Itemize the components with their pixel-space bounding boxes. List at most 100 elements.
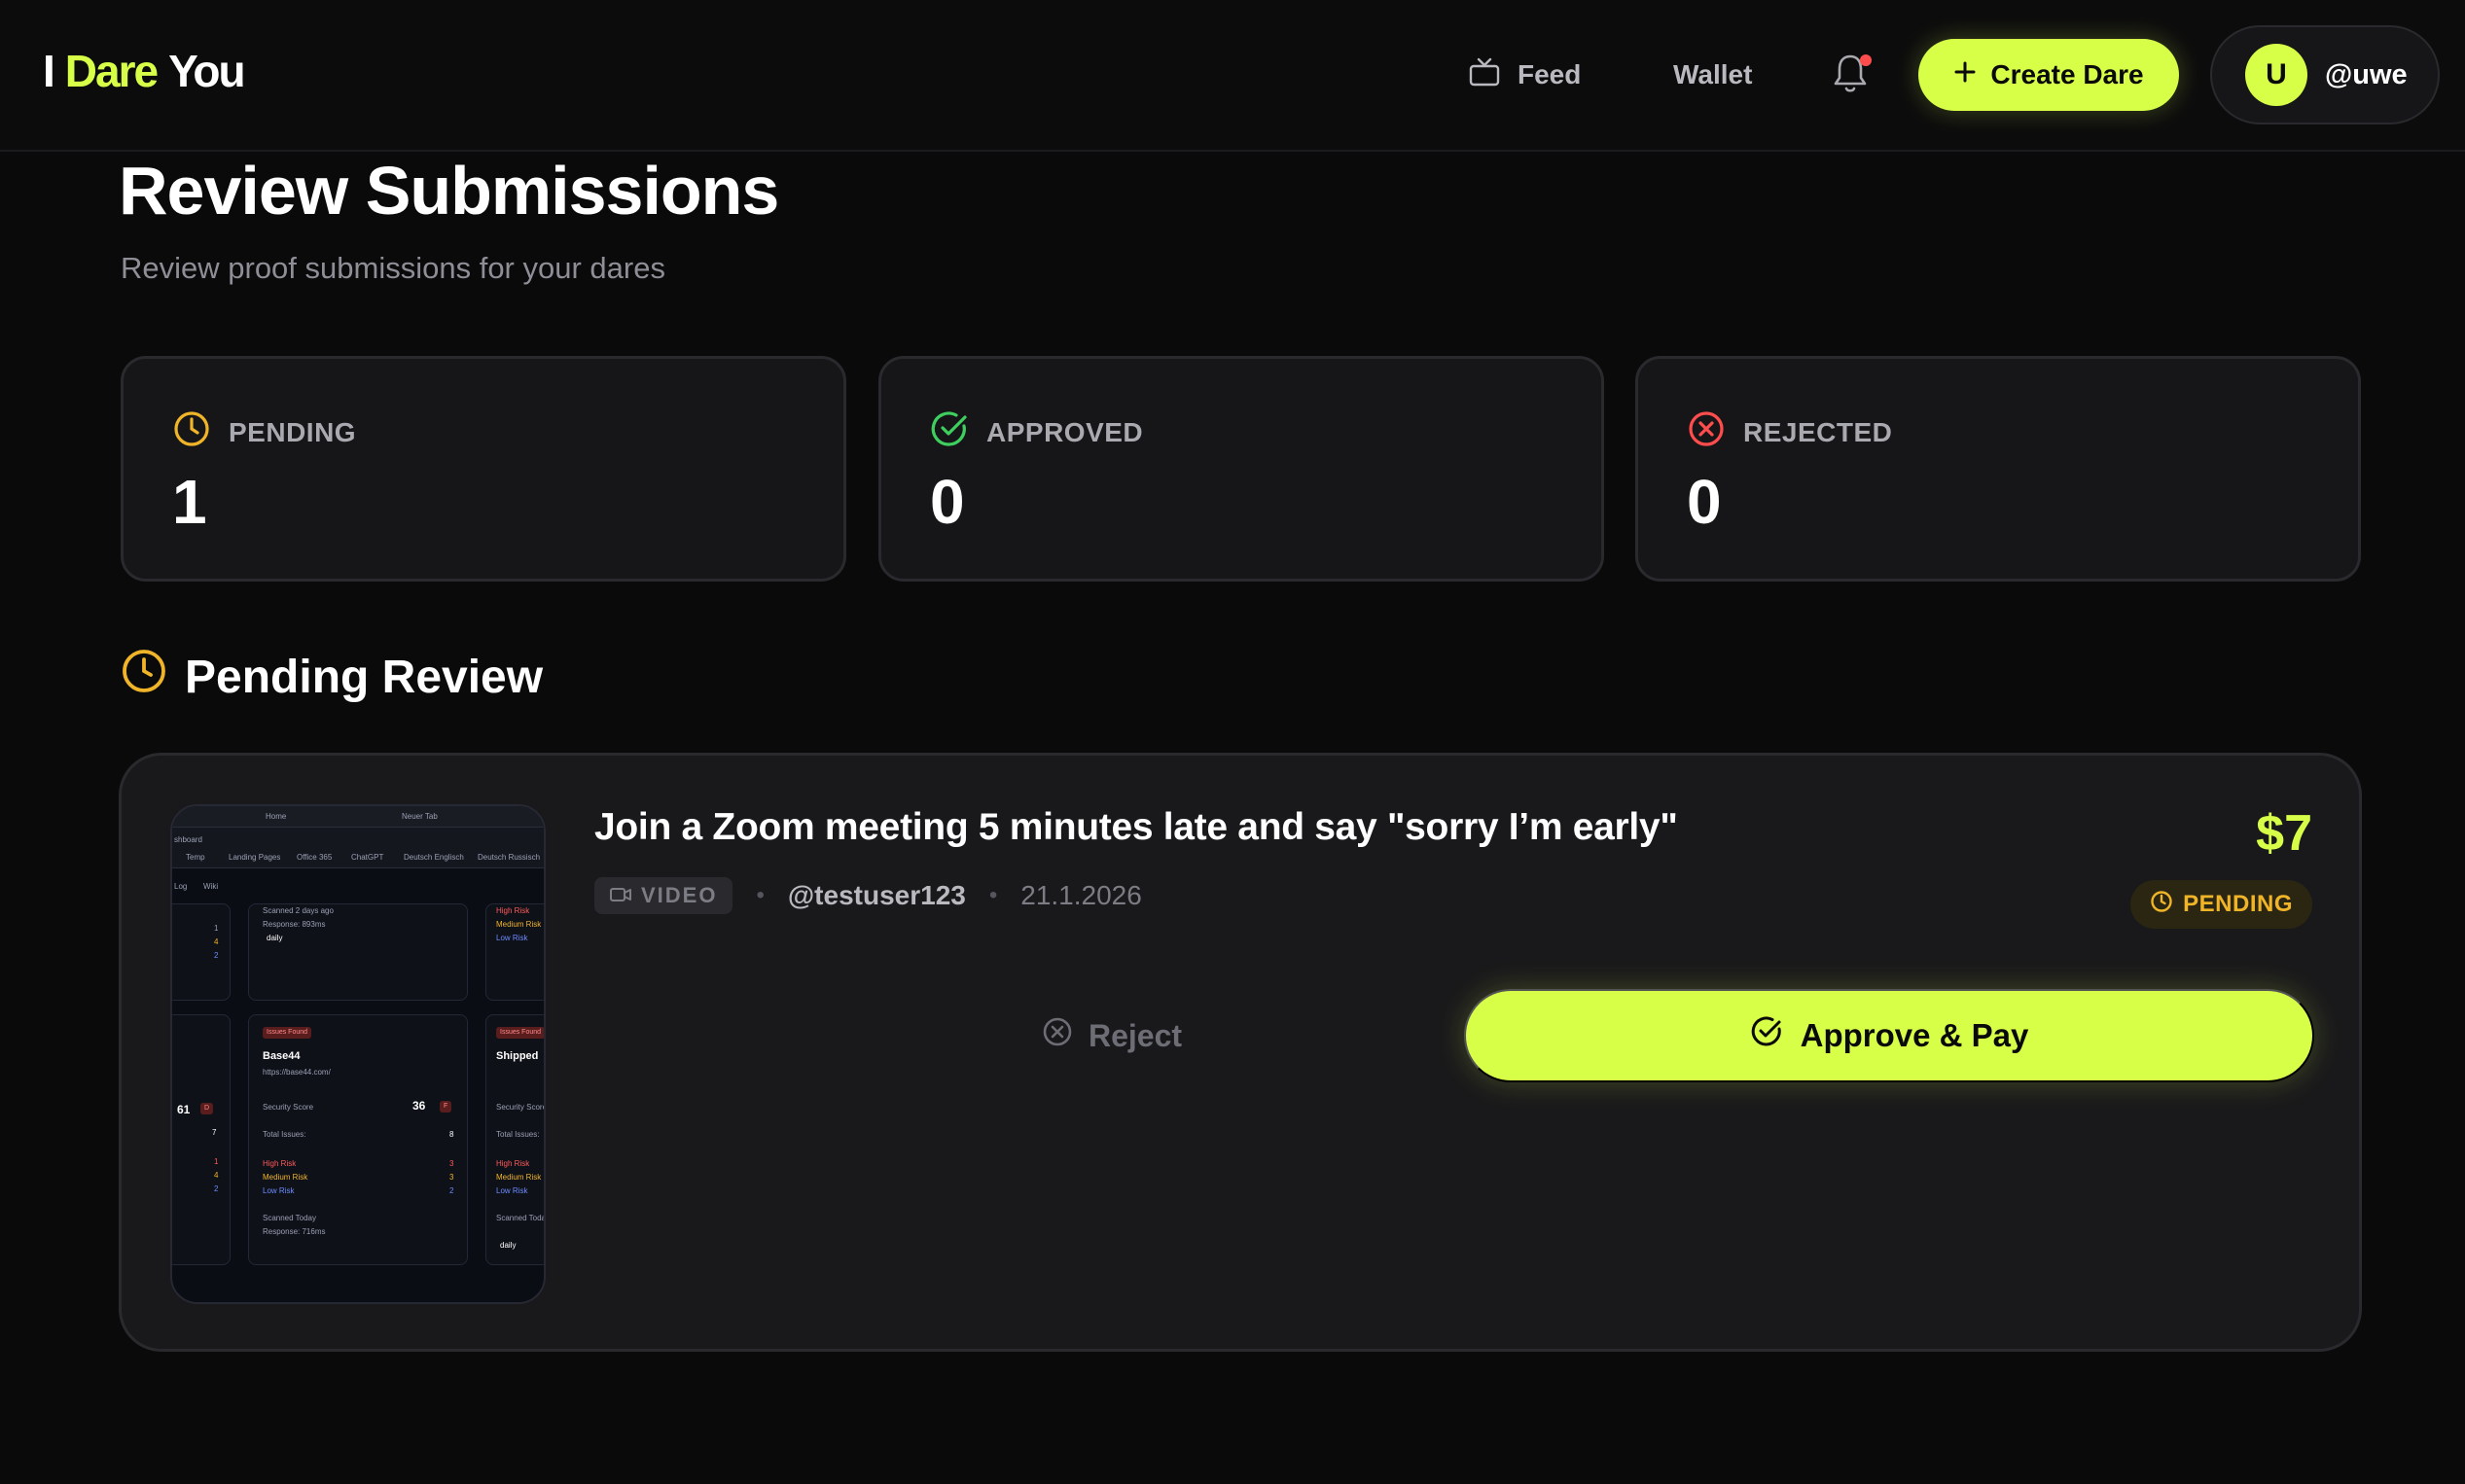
nav-wallet-label: Wallet — [1673, 59, 1753, 89]
thumb-risk: High Risk — [496, 1159, 530, 1168]
nav-feed-link[interactable]: Feed — [1469, 53, 1581, 97]
thumb-site-name: Shipped — [496, 1050, 539, 1062]
thumb-score-label: Security Score — [263, 1103, 314, 1112]
check-circle-icon — [1750, 1015, 1783, 1056]
type-label: VIDEO — [641, 883, 718, 907]
submitter-handle[interactable]: @testuser123 — [788, 880, 966, 911]
separator-dot: • — [756, 882, 765, 908]
thumb-panel: 61 D 7 1 4 2 — [172, 1014, 231, 1265]
page-subtitle: Review proof submissions for your dares — [121, 251, 665, 285]
thumb-panel: Scanned 2 days ago Response: 893ms daily — [248, 903, 468, 1001]
thumb-bookmark: ChatGPT — [351, 853, 384, 862]
thumb-issues-badge: Issues Found — [496, 1027, 544, 1039]
thumb-bookmark: Deutsch Englisch — [404, 853, 464, 862]
thumb-scanned: Scanned Today — [496, 1214, 546, 1222]
thumb-bookmark: Landing Pages — [229, 853, 281, 862]
thumb-bookmark: Deutsch Russisch — [478, 853, 541, 862]
stat-approved-label: APPROVED — [986, 416, 1144, 447]
bell-icon — [1831, 54, 1870, 99]
thumb-risk: High Risk — [496, 906, 530, 915]
thumb-response: Response: 716ms — [263, 1227, 326, 1236]
thumb-score: 61 — [177, 1103, 191, 1116]
thumb-count: 3 — [449, 1159, 454, 1168]
clock-icon — [2150, 890, 2173, 920]
stat-card-rejected: REJECTED 0 — [1635, 356, 2361, 582]
thumb-tab-new: Neuer Tab — [402, 812, 438, 821]
thumb-total: 8 — [449, 1130, 454, 1139]
thumb-grade: F — [440, 1101, 452, 1113]
notification-dot — [1860, 54, 1872, 66]
submission-thumbnail[interactable]: Home Neuer Tab shboard Temp Landing Page… — [170, 804, 546, 1304]
thumb-total: 7 — [212, 1128, 217, 1137]
top-navbar: I Dare You Feed Wallet Create Dare U @uw… — [0, 0, 2465, 152]
thumb-daily: daily — [500, 1241, 517, 1250]
thumb-daily: daily — [267, 934, 283, 942]
status-label: PENDING — [2183, 891, 2293, 917]
stat-rejected-value: 0 — [1687, 467, 1722, 537]
submission-title: Join a Zoom meeting 5 minutes late and s… — [594, 806, 1678, 848]
thumb-site-url: https://base44.com/ — [263, 1068, 331, 1077]
user-menu-button[interactable]: U @uwe — [2210, 25, 2440, 124]
reject-button[interactable]: Reject — [947, 989, 1277, 1082]
x-circle-icon — [1042, 1016, 1073, 1055]
create-dare-button[interactable]: Create Dare — [1918, 39, 2179, 111]
user-handle: @uwe — [2325, 58, 2408, 90]
thumb-panel: 1 4 2 — [172, 903, 231, 1001]
status-badge: PENDING — [2130, 880, 2312, 929]
notifications-button[interactable] — [1831, 51, 1874, 97]
thumb-total-label: Total Issues: — [263, 1130, 306, 1139]
create-dare-label: Create Dare — [1990, 59, 2144, 89]
thumb-risk: Low Risk — [496, 934, 528, 942]
thumb-issues-badge: Issues Found — [263, 1027, 312, 1039]
clock-icon — [121, 648, 167, 706]
reward-amount: $7 — [2256, 805, 2312, 862]
clock-icon — [172, 409, 211, 455]
thumb-site-name: Base44 — [263, 1050, 301, 1062]
app-logo[interactable]: I Dare You — [43, 45, 246, 97]
nav-feed-label: Feed — [1518, 59, 1582, 89]
thumb-panel: Issues Found Shipped Security Score Tota… — [485, 1014, 546, 1265]
thumb-bookmark: Office 365 — [297, 853, 333, 862]
x-circle-icon — [1687, 409, 1726, 455]
thumb-count: 4 — [214, 937, 219, 946]
thumb-tab-home: Home — [266, 812, 287, 821]
logo-word-you: You — [168, 46, 245, 96]
thumb-response: Response: 893ms — [263, 920, 326, 929]
thumb-nav-label: shboard — [174, 835, 202, 844]
nav-wallet-link[interactable]: Wallet — [1673, 53, 1752, 97]
section-pending-review: Pending Review — [121, 648, 543, 706]
thumb-count: 1 — [214, 1157, 219, 1166]
avatar: U — [2245, 44, 2307, 106]
submission-meta: VIDEO • @testuser123 • 21.1.2026 — [594, 876, 1142, 915]
thumb-risk: Low Risk — [496, 1186, 528, 1195]
check-circle-icon — [930, 409, 969, 455]
thumb-risk: Medium Risk — [263, 1173, 308, 1182]
thumb-count: 4 — [214, 1171, 219, 1180]
thumb-count: 2 — [214, 951, 219, 960]
section-title: Pending Review — [185, 651, 544, 703]
thumb-panel: High Risk Medium Risk Low Risk — [485, 903, 544, 1001]
thumb-tabbar: Home Neuer Tab — [172, 806, 544, 828]
video-icon — [610, 883, 631, 908]
logo-word-i: I — [43, 46, 55, 96]
thumb-count: 2 — [449, 1186, 454, 1195]
thumb-total-label: Total Issues: — [496, 1130, 540, 1139]
thumb-score-label: Security Score — [496, 1103, 546, 1112]
thumb-menu-item: Log — [174, 882, 188, 891]
thumb-count: 2 — [214, 1184, 219, 1193]
approve-pay-button[interactable]: Approve & Pay — [1464, 989, 2314, 1082]
thumb-scanned: Scanned Today — [263, 1214, 317, 1222]
type-badge: VIDEO — [594, 877, 733, 914]
stat-card-pending: PENDING 1 — [121, 356, 846, 582]
thumb-urlbar: shboard Temp Landing Pages Office 365 Ch… — [172, 828, 544, 868]
thumb-scanned: Scanned 2 days ago — [263, 906, 334, 915]
submission-date: 21.1.2026 — [1020, 880, 1142, 910]
thumb-count: 3 — [449, 1173, 454, 1182]
thumb-count: 1 — [214, 924, 219, 933]
plus-icon — [1953, 59, 1977, 90]
logo-word-dare: Dare — [64, 46, 159, 96]
approve-pay-label: Approve & Pay — [1800, 1017, 2029, 1053]
thumb-risk: Low Risk — [263, 1186, 295, 1195]
thumb-menu-item: Wiki — [203, 882, 219, 891]
stat-approved-value: 0 — [930, 467, 965, 537]
